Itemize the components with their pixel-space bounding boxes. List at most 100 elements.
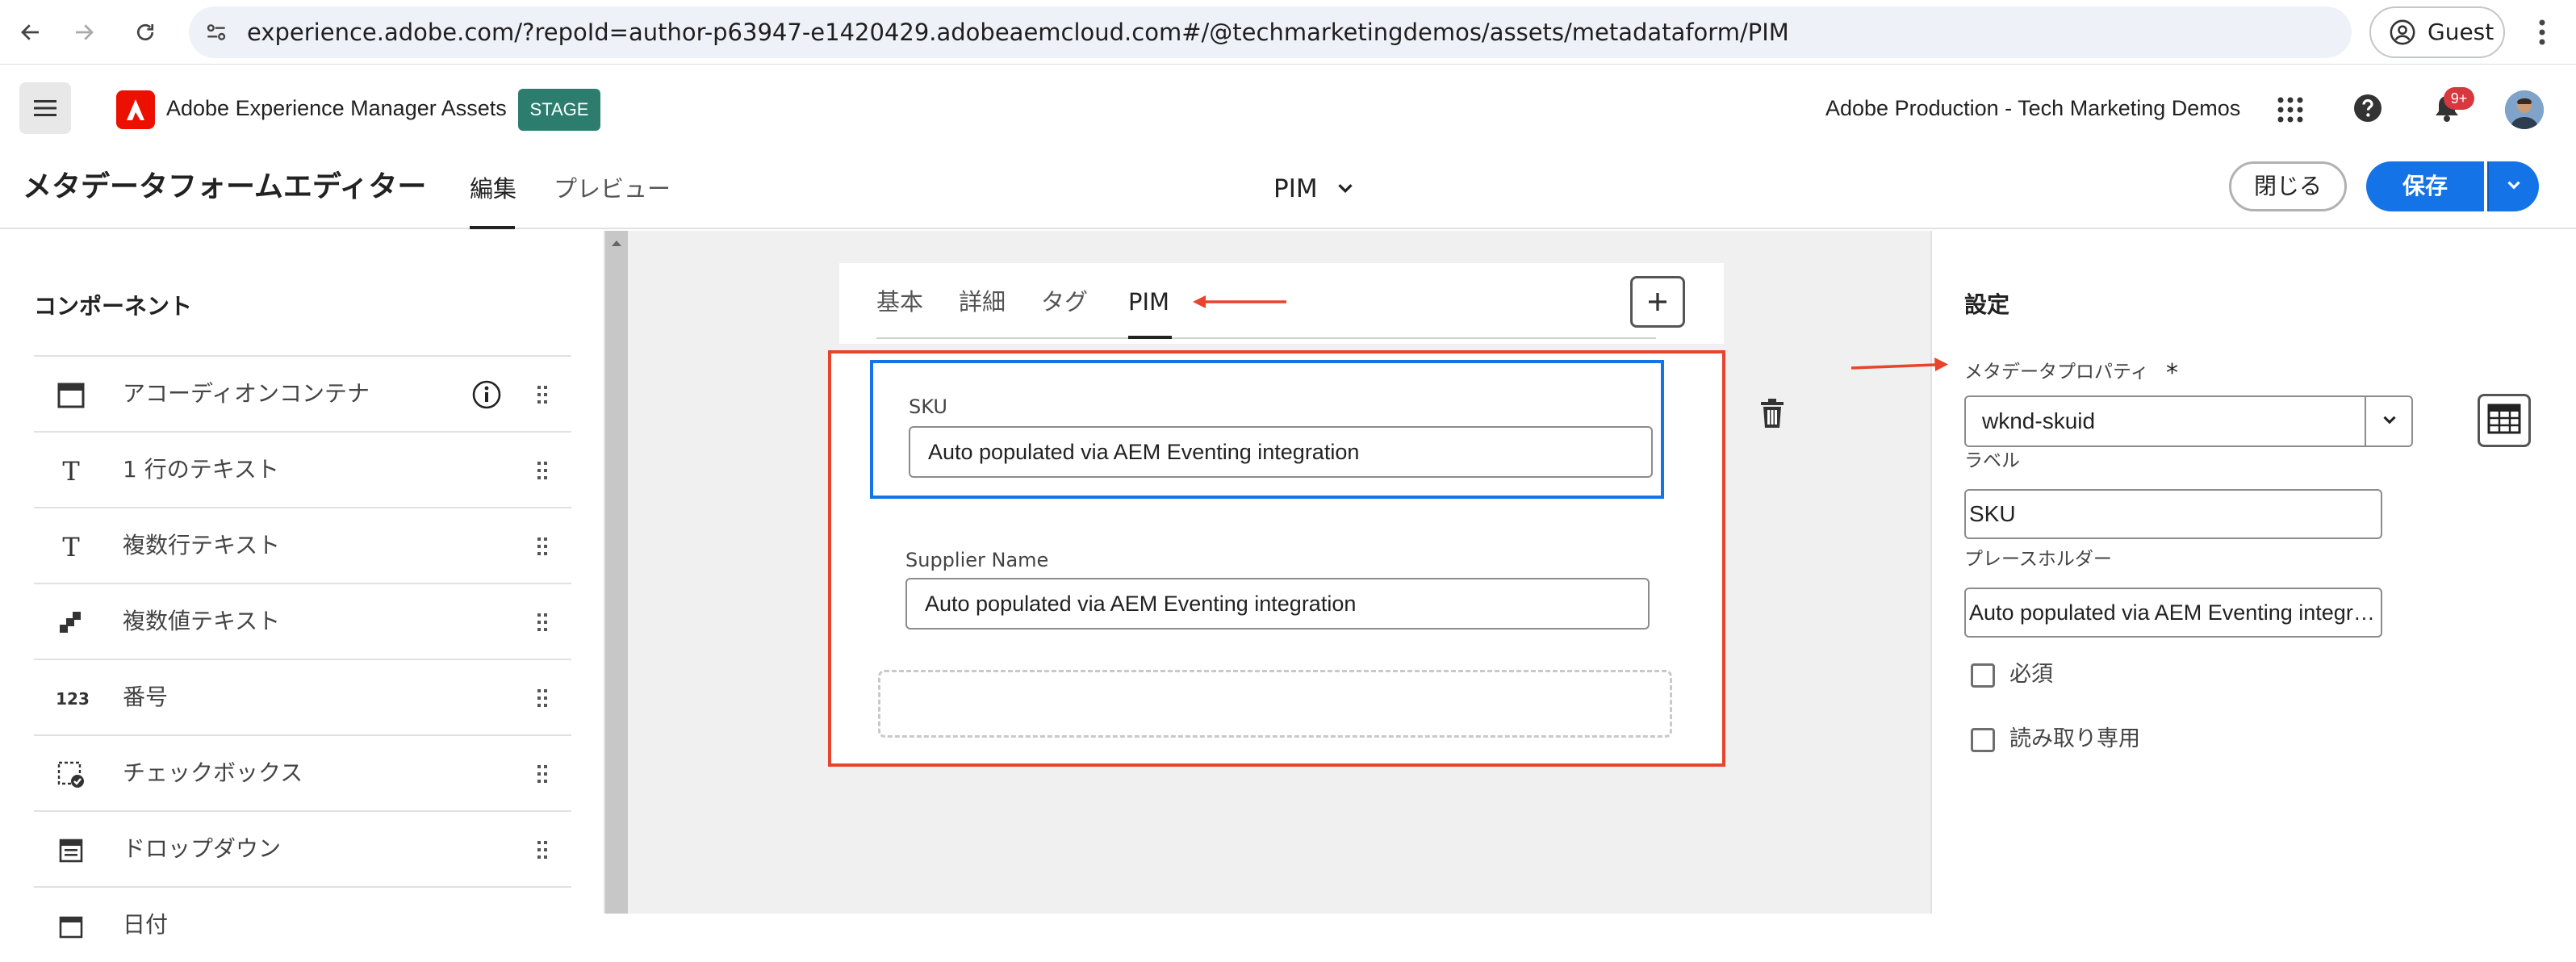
- address-bar[interactable]: experience.adobe.com/?repoId=author-p639…: [189, 6, 2352, 58]
- required-checkbox-label[interactable]: 必須: [2009, 660, 2053, 689]
- component-label: アコーディオンコンテナ: [123, 380, 370, 407]
- placeholder-field-label: プレースホルダー: [1964, 549, 2112, 570]
- multi-value-icon: [56, 609, 86, 638]
- drag-handle-icon[interactable]: [534, 760, 550, 788]
- drag-handle-icon[interactable]: [534, 381, 550, 408]
- metadata-property-label: メタデータプロパティ: [1964, 362, 2149, 383]
- sku-field[interactable]: Auto populated via AEM Eventing integrat…: [909, 426, 1653, 478]
- app-name[interactable]: Adobe Experience Manager Assets: [166, 89, 507, 128]
- component-item-single-line-text[interactable]: T 1 行のテキスト: [34, 431, 571, 507]
- readonly-checkbox[interactable]: [1971, 728, 1995, 752]
- readonly-checkbox-label[interactable]: 読み取り専用: [2009, 725, 2140, 754]
- number-icon: 123: [56, 689, 90, 709]
- drag-handle-icon[interactable]: [534, 609, 550, 636]
- url-text[interactable]: experience.adobe.com/?repoId=author-p639…: [247, 6, 1789, 58]
- chevron-down-icon: [2503, 174, 2524, 199]
- component-item-date[interactable]: 日付: [34, 886, 571, 962]
- field-label: Supplier Name: [905, 549, 1049, 571]
- component-label: 日付: [123, 911, 169, 938]
- annotation-arrow-icon: [1191, 292, 1288, 312]
- browser-toolbar: experience.adobe.com/?repoId=author-p639…: [0, 0, 2576, 65]
- tabs-divider: [876, 337, 1656, 339]
- forward-arrow-icon[interactable]: [68, 16, 100, 48]
- info-icon[interactable]: [471, 379, 502, 410]
- field-label: SKU: [909, 395, 947, 418]
- dropdown-icon: [56, 836, 86, 865]
- schema-browser-button[interactable]: [2478, 394, 2531, 447]
- required-checkbox[interactable]: [1971, 663, 1995, 688]
- help-icon[interactable]: [2352, 92, 2384, 124]
- app-switcher-icon[interactable]: [2274, 94, 2306, 126]
- component-label: ドロップダウン: [123, 835, 282, 862]
- component-label: 複数行テキスト: [123, 532, 281, 558]
- form-canvas: 基本 詳細 タグ PIM SKU Auto populated via AEM …: [628, 231, 1930, 914]
- annotation-arrow-icon: [1850, 357, 1950, 376]
- label-field-label: ラベル: [1964, 450, 2020, 471]
- drag-handle-icon[interactable]: [534, 684, 550, 712]
- settings-panel-title: 設定: [1964, 291, 2010, 318]
- profile-button[interactable]: Guest: [2369, 6, 2505, 58]
- form-tab-tags[interactable]: タグ: [1041, 286, 1088, 318]
- form-tab-basic[interactable]: 基本: [876, 286, 923, 318]
- org-switcher[interactable]: Adobe Production - Tech Marketing Demos: [1825, 89, 2240, 128]
- site-settings-icon[interactable]: [203, 19, 229, 45]
- form-picker[interactable]: PIM: [1273, 169, 1318, 208]
- annotation-highlight-box: SKU Auto populated via AEM Eventing inte…: [828, 350, 1725, 767]
- accordion-icon: [56, 381, 86, 410]
- back-arrow-icon[interactable]: [15, 16, 47, 48]
- save-button[interactable]: 保存: [2366, 161, 2484, 211]
- component-item-dropdown[interactable]: ドロップダウン: [34, 810, 571, 886]
- components-scrollbar[interactable]: [605, 231, 628, 914]
- close-button[interactable]: 閉じる: [2229, 161, 2347, 211]
- date-icon: [56, 912, 86, 941]
- component-item-multi-line-text[interactable]: T 複数行テキスト: [34, 507, 571, 583]
- drag-handle-icon[interactable]: [534, 457, 550, 484]
- active-tab-indicator: [470, 226, 515, 229]
- component-item-multi-value-text[interactable]: 複数値テキスト: [34, 583, 571, 659]
- component-label: 複数値テキスト: [123, 608, 281, 634]
- account-circle-icon: [2389, 19, 2416, 46]
- chevron-down-icon[interactable]: [1333, 176, 1357, 200]
- settings-panel: 設定 メタデータプロパティ * wknd-skuid ラベル SKU プレースホ…: [1850, 231, 2576, 914]
- supplier-name-field[interactable]: Auto populated via AEM Eventing integrat…: [905, 578, 1650, 629]
- drag-handle-icon[interactable]: [534, 836, 550, 864]
- tab-edit[interactable]: 編集: [470, 171, 516, 207]
- reload-icon[interactable]: [129, 16, 161, 48]
- component-item-number[interactable]: 123 番号: [34, 659, 571, 734]
- active-tab-indicator: [1128, 336, 1172, 339]
- browser-menu-icon[interactable]: [2526, 13, 2558, 52]
- field-drop-zone[interactable]: [878, 670, 1672, 738]
- placeholder-input[interactable]: Auto populated via AEM Eventing integrat…: [1964, 588, 2382, 638]
- component-label: 1 行のテキスト: [123, 456, 279, 483]
- app-header: Adobe Experience Manager Assets STAGE Ad…: [0, 65, 2576, 155]
- metadata-property-value[interactable]: wknd-skuid: [1982, 397, 2095, 445]
- component-item-accordion[interactable]: アコーディオンコンテナ: [34, 355, 571, 431]
- label-input[interactable]: SKU: [1964, 489, 2382, 539]
- environment-badge: STAGE: [518, 89, 600, 131]
- component-label: 番号: [123, 684, 169, 710]
- component-list: アコーディオンコンテナ T 1 行のテキスト T 複数行テキスト 複数値テキスト…: [34, 355, 571, 962]
- metadata-property-dropdown-button[interactable]: [2365, 397, 2413, 445]
- form-tab-pim[interactable]: PIM: [1128, 286, 1169, 318]
- page-title: メタデータフォームエディター: [23, 170, 427, 203]
- hamburger-menu-icon[interactable]: [19, 82, 71, 134]
- add-tab-button[interactable]: [1630, 276, 1685, 328]
- save-options-button[interactable]: [2487, 161, 2539, 211]
- scroll-up-arrow-icon[interactable]: [608, 236, 625, 252]
- chevron-down-icon: [2379, 409, 2400, 433]
- form-field-supplier-name[interactable]: Supplier Name Auto populated via AEM Eve…: [870, 539, 1664, 641]
- table-icon: [2486, 403, 2522, 438]
- component-label: チェックボックス: [123, 759, 303, 786]
- user-avatar[interactable]: [2505, 90, 2544, 129]
- tab-preview[interactable]: プレビュー: [554, 171, 671, 207]
- text-icon: T: [62, 456, 80, 487]
- drag-handle-icon[interactable]: [534, 533, 550, 560]
- metadata-property-combobox[interactable]: wknd-skuid: [1964, 395, 2413, 447]
- form-tab-advanced[interactable]: 詳細: [959, 286, 1006, 318]
- adobe-logo-icon[interactable]: [116, 90, 155, 129]
- required-asterisk: *: [2166, 359, 2178, 387]
- form-field-sku[interactable]: SKU Auto populated via AEM Eventing inte…: [870, 360, 1664, 499]
- component-item-checkbox[interactable]: チェックボックス: [34, 734, 571, 810]
- trash-icon[interactable]: [1758, 397, 1787, 429]
- components-panel: コンポーネント アコーディオンコンテナ T 1 行のテキスト T 複数行テキスト: [0, 231, 605, 939]
